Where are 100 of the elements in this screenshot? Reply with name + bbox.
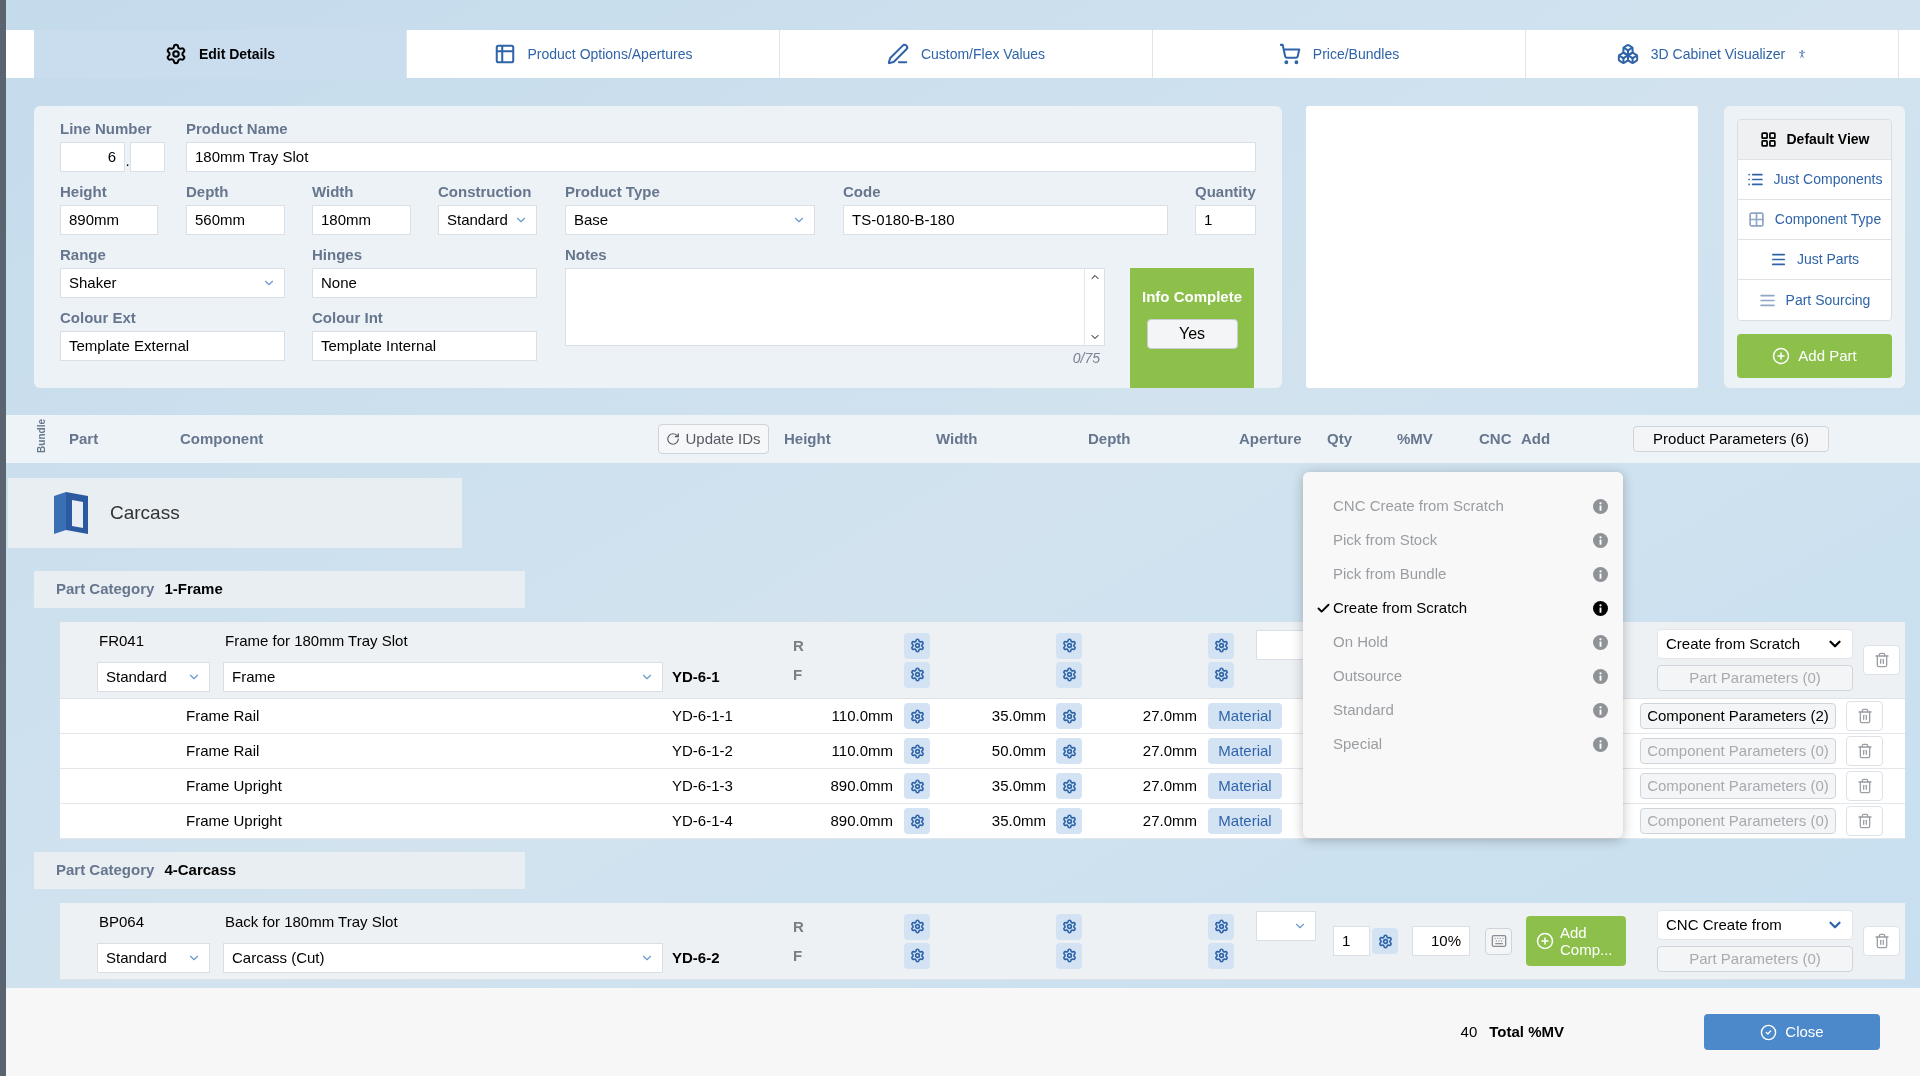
column-header: Part: [69, 429, 99, 447]
width-value: 35.0mm: [990, 775, 1046, 796]
dropdown[interactable]: Carcass (Cut): [223, 943, 663, 973]
check-icon: [1760, 1023, 1778, 1041]
view-option[interactable]: Default View: [1738, 120, 1891, 160]
settings-button[interactable]: [904, 661, 930, 688]
trash-icon: [1856, 743, 1873, 759]
category-label: Part Category: [56, 579, 155, 600]
qty-field[interactable]: 1: [1333, 926, 1370, 956]
gear-icon: [1213, 948, 1229, 963]
delete-button[interactable]: [1863, 645, 1900, 675]
settings-button[interactable]: [1056, 703, 1082, 729]
text-field[interactable]: None: [312, 268, 537, 298]
view-option[interactable]: Just Components: [1738, 160, 1891, 200]
category-name: 1-Frame: [164, 579, 223, 600]
text-field[interactable]: 890mm: [60, 205, 158, 235]
mv-field[interactable]: 10%: [1412, 926, 1470, 956]
tab[interactable]: Edit Details: [34, 30, 407, 78]
text-field[interactable]: TS-0180-B-180: [843, 205, 1168, 235]
settings-button[interactable]: [904, 942, 930, 969]
settings-button[interactable]: [904, 703, 930, 729]
material-button[interactable]: Material: [1208, 808, 1282, 834]
source-dropdown[interactable]: Create from Scratch: [1657, 629, 1853, 659]
text-field[interactable]: 180mm Tray Slot: [186, 142, 1256, 172]
component-id: YD-6-1-3: [672, 775, 734, 796]
settings-button[interactable]: [1208, 942, 1234, 969]
view-option[interactable]: Part Sourcing: [1738, 280, 1891, 320]
height-value: 890.0mm: [829, 810, 893, 831]
settings-button[interactable]: [1208, 632, 1234, 659]
settings-button[interactable]: [1056, 773, 1082, 799]
keyboard-button[interactable]: [1485, 927, 1512, 955]
depth-value: 27.0mm: [1141, 740, 1197, 761]
view-option[interactable]: Component Type: [1738, 200, 1891, 240]
settings-button[interactable]: [1056, 632, 1082, 659]
product-parameters-button[interactable]: Product Parameters (6): [1633, 426, 1829, 452]
text-field[interactable]: 6: [60, 142, 125, 172]
material-button[interactable]: Material: [1208, 773, 1282, 799]
settings-button[interactable]: [1208, 661, 1234, 688]
cart-icon: [1278, 43, 1301, 65]
cubes-icon: [1616, 43, 1639, 65]
trash-icon: [1856, 813, 1873, 829]
material-button[interactable]: Material: [1208, 738, 1282, 764]
dropdown[interactable]: Standard: [438, 205, 537, 235]
text-field[interactable]: 560mm: [186, 205, 285, 235]
close-button[interactable]: Close: [1704, 1014, 1880, 1050]
gear-icon: [1061, 813, 1077, 829]
settings-button[interactable]: [904, 773, 930, 799]
settings-button[interactable]: [1056, 808, 1082, 834]
yes-button[interactable]: Yes: [1146, 318, 1238, 349]
delete-button[interactable]: [1846, 806, 1883, 836]
field-label: Hinges: [312, 245, 363, 265]
notes-field[interactable]: [565, 268, 1105, 346]
depth-value: 27.0mm: [1141, 705, 1197, 726]
material-button[interactable]: Material: [1208, 703, 1282, 729]
depth-value: 27.0mm: [1141, 810, 1197, 831]
settings-button[interactable]: [1056, 942, 1082, 969]
settings-button[interactable]: [904, 632, 930, 659]
field-label: Colour Int: [312, 308, 384, 328]
delete-button[interactable]: [1846, 701, 1883, 731]
dropdown[interactable]: Shaker: [60, 268, 285, 298]
settings-button[interactable]: [1056, 913, 1082, 940]
delete-button[interactable]: [1846, 771, 1883, 801]
dropdown[interactable]: Base: [565, 205, 815, 235]
settings-button[interactable]: [904, 738, 930, 764]
width-value: 35.0mm: [990, 810, 1046, 831]
settings-button[interactable]: [904, 808, 930, 834]
text-field[interactable]: Template External: [60, 331, 285, 361]
settings-button[interactable]: [1208, 913, 1234, 940]
text-field[interactable]: Template Internal: [312, 331, 537, 361]
total-value: 40: [1460, 1021, 1478, 1042]
settings-button[interactable]: [904, 913, 930, 940]
gear-icon: [164, 43, 187, 65]
info-icon[interactable]: [1593, 600, 1608, 616]
settings-button[interactable]: [1056, 738, 1082, 764]
delete-button[interactable]: [1863, 926, 1900, 956]
settings-button[interactable]: [1056, 661, 1082, 688]
component-name: Frame Upright: [186, 775, 283, 796]
parameters-button[interactable]: Component Parameters (2): [1640, 703, 1836, 729]
height-value: 110.0mm: [830, 740, 893, 761]
dropdown[interactable]: Frame: [223, 662, 663, 692]
menu-item[interactable]: Create from Scratch: [1303, 591, 1623, 625]
total-label: Total %MV: [1489, 1021, 1564, 1042]
view-option[interactable]: Just Parts: [1738, 240, 1891, 280]
gear-icon: [1061, 667, 1077, 682]
row-label: F: [793, 945, 803, 966]
text-field[interactable]: [130, 142, 165, 172]
refresh-icon: [666, 432, 681, 446]
dropdown[interactable]: Standard: [97, 943, 210, 973]
gear-icon: [1061, 743, 1077, 759]
grid-icon: [1747, 211, 1765, 228]
row-label: R: [793, 635, 804, 656]
settings-button[interactable]: [1372, 928, 1398, 954]
text-field[interactable]: 1: [1195, 205, 1256, 235]
row-label: F: [793, 664, 803, 685]
update-ids-button[interactable]: Update IDs: [658, 424, 769, 454]
text-field[interactable]: 180mm: [312, 205, 411, 235]
dropdown[interactable]: Standard: [97, 662, 210, 692]
source-dropdown[interactable]: CNC Create from: [1657, 910, 1853, 940]
delete-button[interactable]: [1846, 736, 1883, 766]
field-label: Height: [60, 182, 108, 202]
